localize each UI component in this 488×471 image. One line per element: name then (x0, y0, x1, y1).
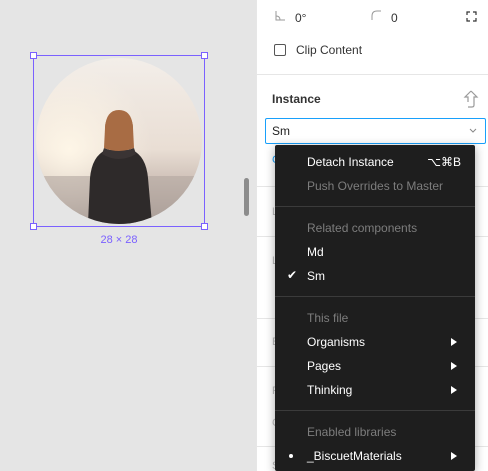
avatar-image (36, 58, 202, 224)
menu-header-label: Enabled libraries (307, 425, 397, 439)
menu-item-label: Sm (307, 269, 325, 283)
menu-header-label: This file (307, 311, 349, 325)
menu-item-label: Pages (307, 359, 342, 373)
keyboard-shortcut: ⌥⌘B (427, 155, 461, 169)
instance-selected-value: Sm (272, 124, 290, 138)
dimension-label: 28 × 28 (100, 234, 138, 246)
avatar-photo (36, 58, 202, 224)
corner-radius-input[interactable]: 0 (391, 11, 398, 25)
submenu-arrow-icon (451, 338, 457, 346)
chevron-down-icon (468, 124, 478, 134)
instance-swap-dropdown[interactable]: Sm (265, 118, 486, 144)
resize-handle-top-left[interactable] (30, 52, 37, 59)
menu-separator (275, 410, 475, 411)
menu-item-biscuet-materials[interactable]: _BiscuetMaterials (275, 444, 475, 468)
submenu-arrow-icon (451, 362, 457, 370)
menu-header-related-components: Related components (275, 216, 475, 240)
section-divider (257, 74, 488, 75)
menu-item-thinking[interactable]: Thinking (275, 378, 475, 402)
menu-item-push-overrides: Push Overrides to Master (275, 174, 475, 198)
transform-row: 0° 0 (257, 0, 488, 36)
design-canvas[interactable]: 28 × 28 (0, 0, 256, 471)
resize-handle-bottom-right[interactable] (201, 223, 208, 230)
menu-item-label: Detach Instance (307, 155, 394, 169)
submenu-arrow-icon (451, 386, 457, 394)
clip-content-label: Clip Content (296, 43, 363, 57)
instance-section-title: Instance (272, 92, 321, 106)
checkmark-icon: ✔ (287, 268, 298, 282)
reset-instance-icon[interactable] (460, 88, 482, 110)
menu-item-label: Thinking (307, 383, 353, 397)
rotation-input[interactable]: 0° (295, 11, 306, 25)
menu-item-label: Organisms (307, 335, 366, 349)
menu-item-organisms[interactable]: Organisms (275, 330, 475, 354)
menu-separator (275, 296, 475, 297)
resize-handle-bottom-left[interactable] (30, 223, 37, 230)
menu-item-label: Push Overrides to Master (307, 179, 444, 193)
menu-item-md[interactable]: Md (275, 240, 475, 264)
menu-separator (275, 206, 475, 207)
menu-item-label: Md (307, 245, 324, 259)
rotation-icon (275, 10, 286, 24)
menu-header-enabled-libraries: Enabled libraries (275, 420, 475, 444)
menu-item-detach-instance[interactable]: Detach Instance ⌥⌘B (275, 150, 475, 174)
menu-item-pages[interactable]: Pages (275, 354, 475, 378)
resize-handle-top-right[interactable] (201, 52, 208, 59)
independent-corners-icon[interactable] (466, 11, 477, 25)
submenu-arrow-icon (451, 452, 457, 460)
corner-radius-icon (371, 10, 382, 24)
menu-item-sm[interactable]: ✔ Sm (275, 264, 475, 288)
canvas-scrollbar[interactable] (244, 178, 249, 216)
menu-header-this-file: This file (275, 306, 475, 330)
clip-content-checkbox[interactable] (274, 44, 286, 56)
instance-menu: Detach Instance ⌥⌘B Push Overrides to Ma… (275, 145, 475, 471)
selected-avatar-frame[interactable] (30, 52, 208, 230)
bullet-icon (289, 454, 293, 458)
menu-item-label: _BiscuetMaterials (307, 449, 402, 463)
menu-header-label: Related components (307, 221, 418, 235)
